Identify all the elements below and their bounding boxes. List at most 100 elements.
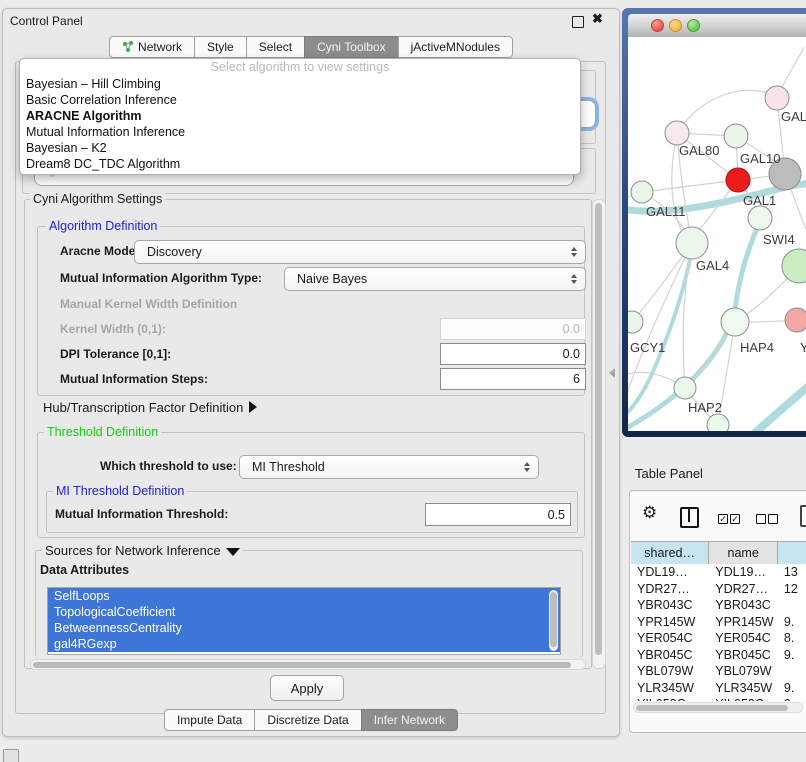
split-pane-collapse-icon[interactable]: [609, 368, 615, 378]
gear-icon[interactable]: ⚙: [642, 503, 657, 523]
list-vertical-scrollbar[interactable]: [549, 590, 558, 651]
attribute-item[interactable]: SelfLoops: [48, 588, 560, 604]
network-node-gcy1[interactable]: [628, 311, 643, 333]
table-row[interactable]: YDR27…YDR27…12: [631, 581, 806, 598]
network-thick-edges: [628, 183, 806, 431]
which-threshold-select[interactable]: MI Threshold: [239, 455, 539, 479]
close-icon[interactable]: ✖: [592, 11, 603, 27]
network-view-window[interactable]: GALGAL80GAL10GAL1GAL11SWI4GAL4GCY1HAP4YH…: [622, 8, 806, 437]
column-header-shared-name[interactable]: shared…: [631, 542, 709, 564]
checked-checkbox-icon[interactable]: ✓: [718, 514, 728, 524]
table-panel-title: Table Panel: [635, 466, 703, 481]
mi-steps-label: Mutual Information Steps:: [60, 372, 208, 386]
minimized-panel-icon[interactable]: [3, 749, 19, 762]
data-attributes-label: Data Attributes: [40, 563, 129, 577]
tab-impute-data[interactable]: Impute Data: [164, 709, 255, 731]
attribute-items: SelfLoopsTopologicalCoefficientBetweenne…: [48, 588, 560, 652]
tab-network[interactable]: Network: [109, 36, 195, 58]
tab-label: Impute Data: [177, 710, 242, 730]
table-cell: 9.: [778, 680, 806, 697]
table-horizontal-scrollbar[interactable]: [633, 702, 803, 713]
scrollbar-thumb[interactable]: [595, 203, 602, 655]
network-window-titlebar[interactable]: [628, 14, 806, 38]
scrollbar-thumb[interactable]: [33, 662, 571, 668]
zoom-traffic-light-icon[interactable]: [687, 19, 700, 32]
mi-type-select[interactable]: Naive Bayes: [284, 267, 586, 291]
stepper-arrows-icon: [524, 462, 530, 472]
table-row[interactable]: YBR043CYBR043C: [631, 597, 806, 614]
network-node-y[interactable]: [785, 308, 806, 332]
network-node-gal4[interactable]: [676, 227, 708, 259]
network-node-hap2[interactable]: [674, 377, 696, 399]
settings-vertical-scrollbar[interactable]: [592, 199, 606, 669]
tab-cyni-toolbox[interactable]: Cyni Toolbox: [304, 36, 398, 58]
sources-expander[interactable]: Sources for Network Inference: [42, 543, 243, 558]
table-cell: YBR043C: [631, 597, 709, 614]
checked-checkbox-icon[interactable]: ✓: [730, 514, 740, 524]
network-node[interactable]: [782, 249, 806, 283]
table-row[interactable]: YLR345WYLR345W9.: [631, 680, 806, 697]
scrollbar-thumb[interactable]: [550, 592, 557, 647]
aracne-mode-value: Discovery: [147, 245, 202, 259]
table-row[interactable]: YBR045CYBR045C9.: [631, 647, 806, 664]
node-label: GAL11: [646, 204, 686, 219]
attribute-item[interactable]: gal4RGexp: [48, 636, 560, 652]
tab-label: Cyni Toolbox: [317, 37, 385, 57]
network-node-gal[interactable]: [765, 86, 789, 110]
table-body: YDL19…YDL19…13YDR27…YDR27…12YBR043CYBR04…: [631, 564, 806, 701]
algorithm-option[interactable]: Mutual Information Inference: [20, 124, 580, 140]
network-node-hap4[interactable]: [721, 308, 749, 336]
table-cell: YBR045C: [631, 647, 709, 664]
float-window-icon[interactable]: [572, 16, 584, 28]
control-panel: Control Panel ✖ Network Style Select Cyn…: [2, 8, 620, 737]
which-threshold-label: Which threshold to use:: [100, 459, 237, 473]
attribute-item[interactable]: BetweennessCentrality: [48, 620, 560, 636]
column-header-partial[interactable]: [778, 542, 806, 564]
table-cell: YBL079W: [631, 663, 709, 680]
control-panel-tabbar: Network Style Select Cyni Toolbox jActiv…: [3, 36, 619, 58]
unchecked-checkbox-icon[interactable]: [768, 514, 778, 524]
aracne-mode-select[interactable]: Discovery: [134, 240, 586, 264]
network-node-gal11[interactable]: [631, 181, 653, 203]
scrollbar-thumb[interactable]: [636, 705, 788, 711]
algorithm-option[interactable]: Bayesian – Hill Climbing: [20, 76, 580, 92]
mi-steps-field[interactable]: 6: [440, 368, 586, 390]
table-cell: YDR27…: [709, 581, 778, 598]
column-header-name[interactable]: name: [709, 542, 778, 564]
network-node[interactable]: [707, 414, 729, 431]
algorithm-option[interactable]: Basic Correlation Inference: [20, 92, 580, 108]
mi-threshold-field[interactable]: 0.5: [425, 503, 571, 526]
algorithm-option[interactable]: Bayesian – K2: [20, 140, 580, 156]
table-function-icon[interactable]: [800, 505, 806, 527]
network-node-swi4[interactable]: [748, 206, 772, 230]
apply-button[interactable]: Apply: [270, 675, 344, 701]
tab-discretize-data[interactable]: Discretize Data: [254, 709, 361, 731]
dpi-tolerance-field[interactable]: 0.0: [440, 343, 586, 365]
minimize-traffic-light-icon[interactable]: [669, 19, 682, 32]
table-row[interactable]: YPR145WYPR145W9.: [631, 614, 806, 631]
tab-select[interactable]: Select: [246, 36, 305, 58]
data-attributes-list[interactable]: SelfLoopsTopologicalCoefficientBetweenne…: [47, 587, 561, 655]
network-node-gal80[interactable]: [665, 121, 689, 145]
table-row[interactable]: YIL052CYIL052C9: [631, 696, 806, 701]
table-cell: YER054C: [709, 630, 778, 647]
network-canvas[interactable]: GALGAL80GAL10GAL1GAL11SWI4GAL4GCY1HAP4YH…: [628, 37, 806, 431]
algorithm-option[interactable]: ARACNE Algorithm: [20, 108, 580, 124]
tab-style[interactable]: Style: [194, 36, 247, 58]
network-node-gal1[interactable]: [726, 168, 750, 192]
tab-label: Network: [138, 37, 182, 57]
algorithm-option[interactable]: Dream8 DC_TDC Algorithm: [20, 156, 580, 172]
close-traffic-light-icon[interactable]: [651, 19, 664, 32]
table-row[interactable]: YDL19…YDL19…13: [631, 564, 806, 581]
attribute-item[interactable]: TopologicalCoefficient: [48, 604, 560, 620]
hub-definition-expander[interactable]: Hub/Transcription Factor Definition: [43, 400, 257, 415]
network-node-gal10[interactable]: [724, 124, 748, 148]
kernel-width-field[interactable]: 0.0: [440, 318, 586, 340]
table-row[interactable]: YBL079WYBL079W: [631, 663, 806, 680]
unchecked-checkbox-icon[interactable]: [756, 514, 766, 524]
table-row[interactable]: YER054CYER054C8.: [631, 630, 806, 647]
tab-infer-network[interactable]: Infer Network: [361, 709, 458, 731]
column-layout-icon[interactable]: [680, 507, 699, 528]
tab-jactivemnodules[interactable]: jActiveMNodules: [398, 36, 513, 58]
horizontal-scrollbar[interactable]: [30, 659, 586, 670]
